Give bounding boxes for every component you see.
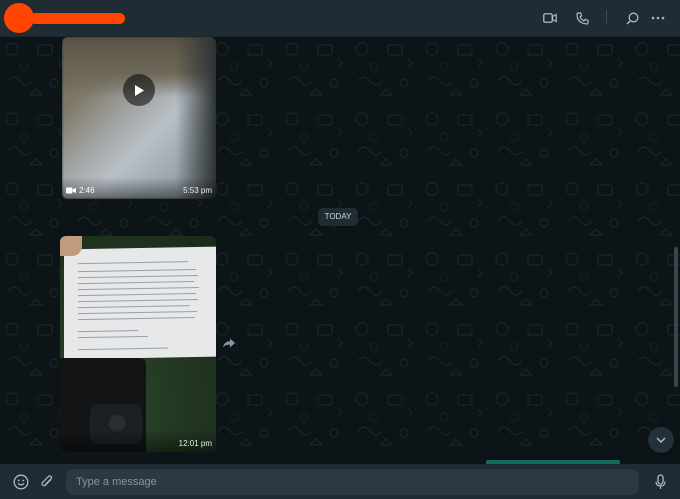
message-time: 5:53 pm bbox=[183, 186, 212, 195]
voice-call-icon[interactable] bbox=[573, 9, 591, 27]
emoji-icon[interactable] bbox=[12, 473, 30, 491]
play-button[interactable] bbox=[123, 74, 155, 106]
photo-fingertip bbox=[60, 236, 82, 256]
photo-paper-document bbox=[64, 246, 216, 360]
composer-bar bbox=[0, 464, 680, 499]
header-divider bbox=[606, 10, 607, 25]
play-icon bbox=[135, 84, 144, 96]
date-divider: TODAY bbox=[318, 208, 358, 226]
chat-scrollbar[interactable] bbox=[674, 247, 678, 387]
message-time: 12:01 pm bbox=[178, 439, 212, 448]
video-duration: 2:46 bbox=[79, 186, 95, 195]
scroll-down-button[interactable] bbox=[648, 427, 674, 453]
search-icon[interactable] bbox=[623, 9, 641, 27]
attach-icon[interactable] bbox=[38, 473, 56, 491]
image-message[interactable]: 12:01 pm bbox=[60, 236, 216, 452]
video-thumbnail bbox=[62, 37, 216, 199]
video-call-icon[interactable] bbox=[541, 9, 559, 27]
chat-header bbox=[0, 0, 680, 37]
chevron-down-icon bbox=[656, 437, 666, 443]
microphone-icon[interactable] bbox=[651, 473, 669, 491]
contact-name[interactable] bbox=[30, 13, 125, 24]
menu-icon[interactable] bbox=[649, 9, 667, 27]
video-message[interactable]: 2:46 5:53 pm bbox=[62, 37, 216, 199]
forward-icon[interactable] bbox=[222, 337, 236, 349]
chat-area[interactable]: 2:46 5:53 pm TODAY 12:01 pm bbox=[0, 37, 680, 463]
message-input[interactable] bbox=[66, 469, 639, 495]
video-camera-icon bbox=[66, 187, 76, 194]
